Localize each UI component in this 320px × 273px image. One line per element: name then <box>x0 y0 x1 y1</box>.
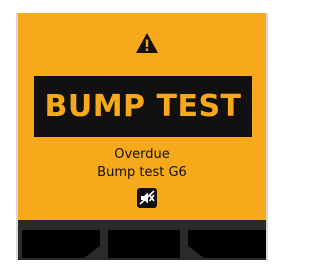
speaker-muted-icon <box>139 190 155 205</box>
status-message: Overdue <box>114 147 170 162</box>
sensor-message: Bump test G6 <box>97 165 187 180</box>
bump-test-banner: BUMP TEST <box>34 76 252 137</box>
softkey-bar <box>18 220 266 260</box>
mute-button[interactable] <box>137 188 157 208</box>
gas-detector-device: BUMP TEST Overdue Bump test G6 <box>0 0 280 273</box>
warning-triangle-icon <box>136 33 158 53</box>
softkey-left[interactable] <box>22 228 100 258</box>
softkey-right[interactable] <box>188 228 266 258</box>
banner-title: BUMP TEST <box>44 89 242 124</box>
softkey-center[interactable] <box>108 228 180 258</box>
alarm-screen: BUMP TEST Overdue Bump test G6 <box>16 13 268 260</box>
